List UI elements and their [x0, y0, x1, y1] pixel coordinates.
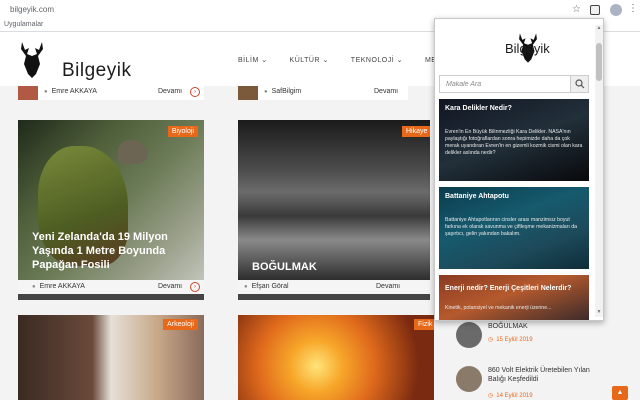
extension-icon[interactable] — [590, 5, 600, 15]
read-more-link[interactable]: Devamı — [158, 283, 182, 290]
sidebar-post[interactable]: 860 Volt Elektrik Üretebilen Yılan Balığ… — [456, 366, 606, 399]
article-card[interactable]: Biyoloji Yeni Zelanda'da 19 Milyon Yaşın… — [18, 120, 204, 300]
card-footer: Efşan Göral Devamı — [238, 280, 430, 294]
popup-post[interactable]: Kara Delikler Nedir? Evren'in En Büyük B… — [439, 99, 589, 181]
popup-post-title[interactable]: Enerji nedir? Enerji Çeşitleri Nelerdir? — [445, 285, 571, 292]
card-title[interactable]: BOĞULMAK — [252, 260, 422, 274]
popup-logo-text: Bilgeyik — [505, 41, 550, 56]
card-footer-top-2: SafBilgim Devamı — [238, 86, 408, 100]
article-card[interactable]: Fizik — [238, 315, 434, 400]
deer-logo-icon — [21, 42, 43, 78]
profile-avatar[interactable] — [610, 4, 622, 16]
bookmark-star-icon[interactable]: ☆ — [572, 4, 581, 15]
article-card[interactable]: Arkeoloji — [18, 315, 204, 400]
back-to-top-button[interactable]: ▲ — [612, 386, 628, 400]
extension-popup: Bilgeyik Kara Delikler Nedir? Evren'in E… — [434, 18, 604, 321]
read-more-link[interactable]: Devamı — [376, 283, 400, 290]
site-logo[interactable]: Bilgeyik — [16, 40, 131, 81]
popup-post-title[interactable]: Battaniye Ahtapotu — [445, 193, 509, 200]
card-author[interactable]: SafBilgim — [264, 88, 302, 95]
scroll-down-arrow-icon[interactable]: ▼ — [595, 309, 603, 317]
card-author[interactable]: Emre AKKAYA — [44, 88, 97, 95]
scroll-up-arrow-icon[interactable]: ▲ — [595, 25, 603, 33]
category-badge[interactable]: Fizik — [414, 319, 434, 330]
sidebar-post-date: 14 Eylül 2019 — [488, 392, 532, 399]
post-thumbnail — [456, 366, 482, 392]
card-author[interactable]: Efşan Göral — [244, 283, 289, 290]
search-icon — [575, 79, 585, 89]
popup-post-excerpt: Kinetik, potansiyel ve mekanik enerji üz… — [445, 305, 552, 311]
site-logo-text: Bilgeyik — [62, 60, 132, 81]
popup-post[interactable]: Enerji nedir? Enerji Çeşitleri Nelerdir?… — [439, 275, 589, 320]
popup-scrollbar[interactable]: ▲ ▼ — [595, 25, 603, 317]
card-footer-top-1: Emre AKKAYA Devamı › — [18, 86, 204, 100]
article-card[interactable]: Hikaye BOĞULMAK Efşan Göral Devamı — [238, 120, 430, 300]
arrow-right-icon[interactable]: › — [190, 282, 200, 292]
nav-item-teknoloji[interactable]: TEKNOLOJİ ⌄ — [351, 57, 403, 64]
popup-post-excerpt: Battaniye Ahtapotlarının cinsler arası m… — [445, 217, 578, 237]
popup-post-excerpt: Evren'in En Büyük Bilinmezliği Kara Deli… — [445, 129, 583, 156]
popup-post-title[interactable]: Kara Delikler Nedir? — [445, 105, 512, 112]
card-image — [238, 315, 434, 400]
search-input[interactable] — [440, 76, 570, 92]
category-badge[interactable]: Biyoloji — [167, 126, 198, 137]
nav-item-kultur[interactable]: KÜLTÜR ⌄ — [290, 57, 329, 64]
card-image — [238, 120, 430, 280]
address-bar[interactable]: bilgeyik.com ☆ ⋮ — [0, 3, 640, 18]
card-image — [238, 86, 258, 100]
popup-post[interactable]: Battaniye Ahtapotu Battaniye Ahtapotları… — [439, 187, 589, 269]
card-author[interactable]: Emre AKKAYA — [32, 283, 85, 290]
parrot-head-image — [118, 140, 148, 164]
bookmarks-apps-link[interactable]: Uygulamalar — [4, 21, 43, 28]
scroll-thumb[interactable] — [596, 43, 602, 81]
category-badge[interactable]: Hikaye — [402, 126, 430, 137]
url-text[interactable]: bilgeyik.com — [10, 5, 54, 14]
card-footer: Emre AKKAYA Devamı › — [18, 280, 204, 294]
sidebar-post-title[interactable]: 860 Volt Elektrik Üretebilen Yılan Balığ… — [488, 366, 606, 384]
nav-item-bilim[interactable]: BİLİM ⌄ — [238, 57, 268, 64]
search-button[interactable] — [570, 76, 588, 92]
read-more-link[interactable]: Devamı — [158, 88, 182, 95]
sidebar-post-date: 15 Eylül 2019 — [488, 336, 532, 343]
read-more-link[interactable]: Devamı — [374, 88, 398, 95]
sidebar-post-title[interactable]: BOĞULMAK — [488, 322, 528, 331]
card-image — [18, 86, 38, 100]
category-badge[interactable]: Arkeoloji — [163, 319, 198, 330]
sidebar-post[interactable]: BOĞULMAK 15 Eylül 2019 — [456, 322, 606, 352]
post-thumbnail — [456, 322, 482, 348]
arrow-right-icon[interactable]: › — [190, 87, 200, 97]
search-box — [439, 75, 589, 93]
browser-menu-icon[interactable]: ⋮ — [628, 3, 638, 14]
card-title[interactable]: Yeni Zelanda'da 19 Milyon Yaşında 1 Metr… — [32, 230, 202, 272]
